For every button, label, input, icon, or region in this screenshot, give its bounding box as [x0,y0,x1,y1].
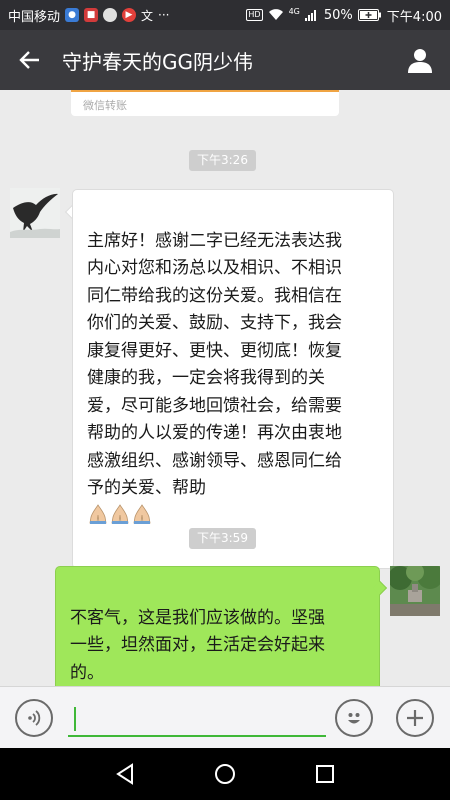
plus-icon [407,710,423,726]
folded-hands-emoji [89,503,107,524]
garden-avatar-image [390,566,440,616]
transfer-card[interactable]: 微信转账 [71,90,339,116]
outgoing-message-bubble[interactable]: 不客气，这是我们应该做的。坚强 一些，坦然面对，生活定会好起来 的。 [55,566,380,686]
my-avatar[interactable] [390,566,440,616]
chat-info-button[interactable] [402,42,438,78]
voice-button[interactable] [15,699,53,737]
translate-icon: 文 [141,8,154,23]
baidu-icon: ● [65,8,80,22]
status-bar: 中国移动 ● ■ ▶ 文 ··· HD 4G 50% 下午4:00 [0,0,450,30]
video-app-icon: ▶ [122,8,137,22]
triangle-back-icon [116,763,133,785]
circle-home-icon [215,764,235,784]
nav-back-button[interactable] [111,760,139,788]
contact-avatar[interactable] [10,188,60,238]
battery-percent: 50% [323,7,353,23]
wifi-icon [268,9,283,20]
timestamp: 下午3:26 [189,150,256,171]
app-circle-icon [103,8,118,22]
nav-recents-button[interactable] [311,760,339,788]
news-app-icon: ■ [84,8,99,22]
chat-title: 守护春天的GG阴少伟 [62,49,253,74]
person-icon [408,49,432,73]
more-notifications-icon: ··· [158,8,170,22]
network-type: 4G [288,6,300,16]
nav-home-button[interactable] [211,760,239,788]
voice-icon [28,710,41,726]
eagle-avatar-image [10,188,60,238]
emoji-smile-icon [348,713,360,724]
message-list[interactable]: 微信转账 下午3:26 主席好！感谢二字已经无法表达我 内心对您和汤总以及相识、… [0,90,450,686]
emoji-button[interactable] [335,699,373,737]
incoming-message-bubble[interactable]: 主席好！感谢二字已经无法表达我 内心对您和汤总以及相识、不相识 同仁带给我的这份… [72,189,394,569]
square-recents-icon [316,765,334,783]
text-caret [74,707,76,731]
folded-hands-emoji [111,503,129,524]
clock: 下午4:00 [386,9,442,25]
carrier-label: 中国移动 [8,9,61,25]
message-input[interactable] [68,701,326,737]
timestamp: 下午3:59 [189,528,256,549]
battery-icon [357,9,381,21]
folded-hands-emoji-group [87,503,153,526]
chat-header: 守护春天的GG阴少伟 [0,30,450,90]
system-nav-bar [0,748,450,800]
folded-hands-emoji [133,503,151,524]
arrow-left-icon [19,51,39,69]
transfer-label: 微信转账 [83,99,127,112]
signal-icon [304,10,316,21]
back-button[interactable] [0,30,60,90]
hd-badge: HD [246,9,263,21]
message-input-bar [0,686,450,748]
outgoing-message-text: 不客气，这是我们应该做的。坚强 一些，坦然面对，生活定会好起来 的。 [70,607,325,683]
incoming-message-text: 主席好！感谢二字已经无法表达我 内心对您和汤总以及相识、不相识 同仁带给我的这份… [87,230,342,499]
more-button[interactable] [396,699,434,737]
